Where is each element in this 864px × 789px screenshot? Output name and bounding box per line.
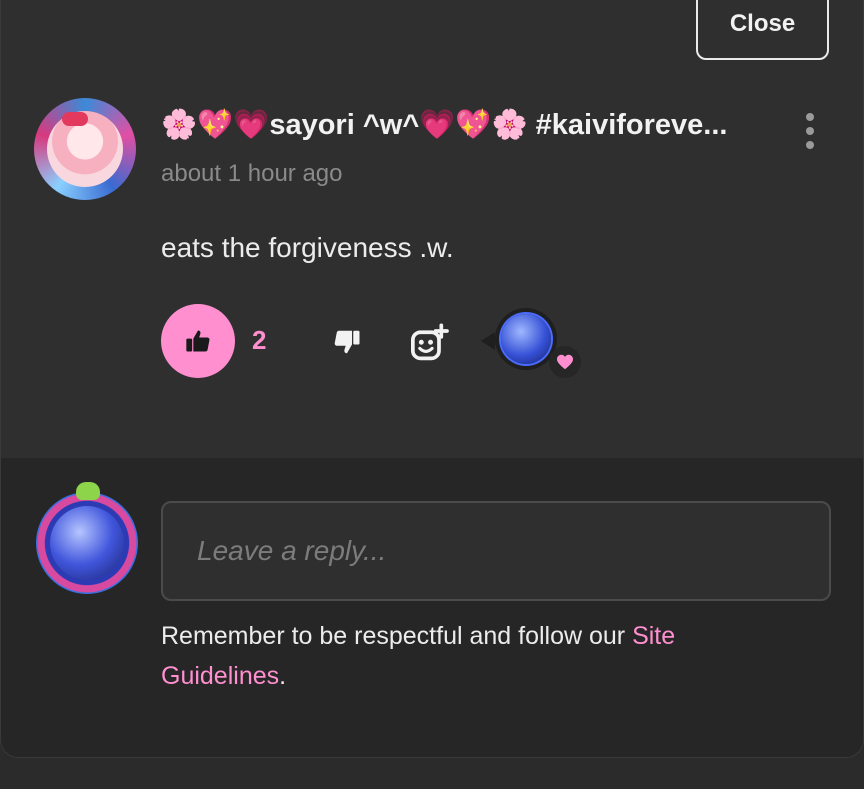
thumbs-down-icon xyxy=(334,330,360,354)
author-name[interactable]: 🌸💖💗sayori ^w^💗💖🌸 #kaiviforeve... xyxy=(161,108,771,142)
reaction-chip[interactable] xyxy=(481,306,581,380)
guidelines-text: Remember to be respectful and follow our xyxy=(161,622,633,650)
add-reaction-button[interactable] xyxy=(406,320,452,366)
current-user-avatar[interactable] xyxy=(36,482,138,594)
dislike-button[interactable] xyxy=(327,322,367,362)
comment-dialog: Close 🌸💖💗sayori ^w^💗💖🌸 #kaiviforeve... a… xyxy=(0,0,864,758)
guidelines-notice: Remember to be respectful and follow our… xyxy=(161,616,801,696)
comment-timestamp: about 1 hour ago xyxy=(161,160,343,187)
guidelines-period: . xyxy=(279,662,287,690)
reply-input[interactable] xyxy=(161,501,831,601)
close-button[interactable]: Close xyxy=(696,0,829,60)
author-avatar[interactable] xyxy=(34,98,136,200)
comment-text: eats the forgiveness .w. xyxy=(161,232,454,263)
like-button[interactable] xyxy=(161,304,235,378)
reply-section: Remember to be respectful and follow our… xyxy=(1,458,863,757)
add-reaction-icon xyxy=(411,323,449,361)
heart-icon xyxy=(549,346,581,378)
reactor-avatar xyxy=(501,314,551,364)
more-options-icon[interactable] xyxy=(798,113,822,149)
like-count: 2 xyxy=(252,325,267,355)
thumbs-up-icon xyxy=(186,330,210,352)
